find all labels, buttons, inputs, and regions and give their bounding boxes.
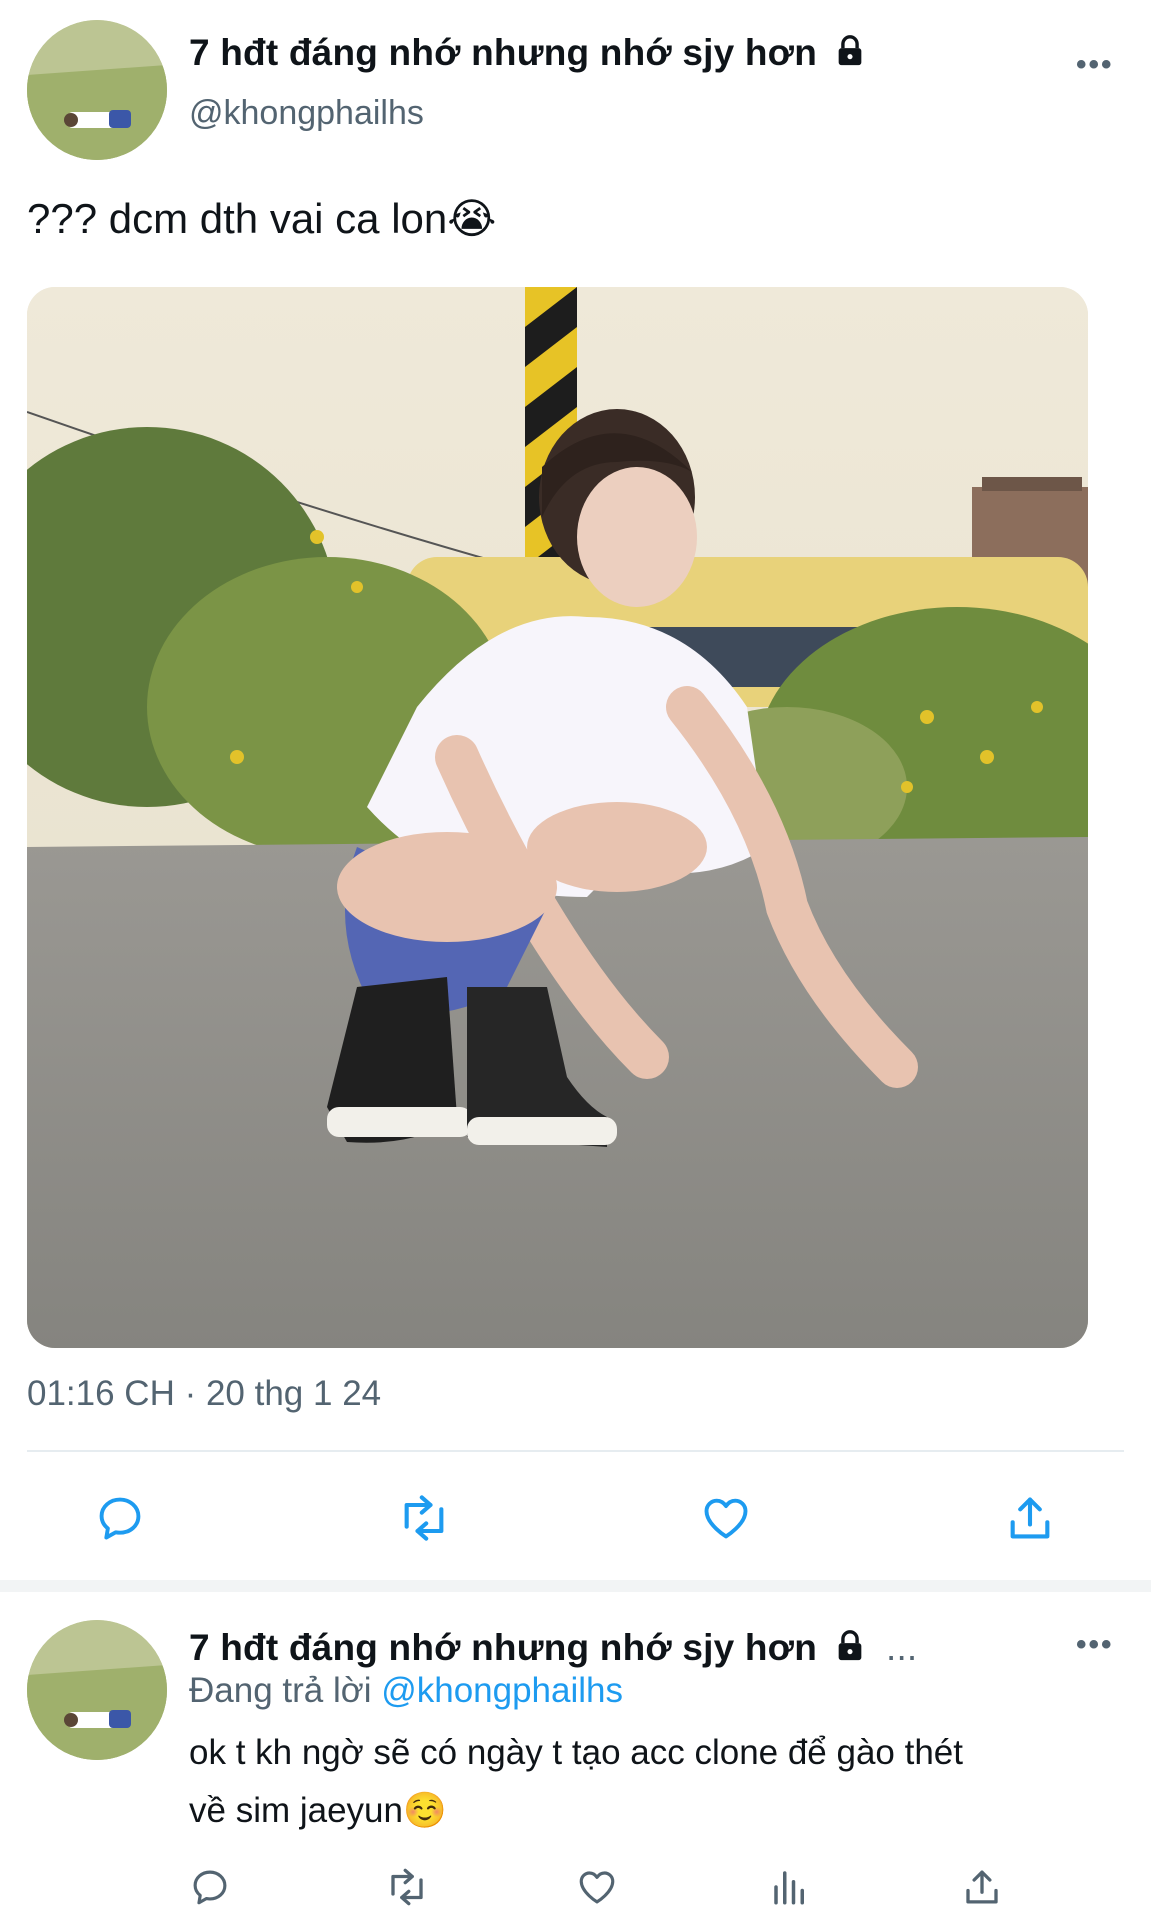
- photo-illustration: [27, 287, 1088, 1348]
- like-button[interactable]: [686, 1486, 766, 1550]
- reply-text: ok t kh ngờ sẽ có ngày t tạo acc clone đ…: [189, 1724, 963, 1840]
- lock-icon: [833, 1629, 867, 1672]
- divider: [27, 1450, 1124, 1452]
- replying-to-prefix: Đang trả lời: [189, 1671, 372, 1710]
- replying-to-handle-link[interactable]: @khongphailhs: [381, 1671, 623, 1710]
- section-divider: [0, 1580, 1151, 1592]
- retweet-icon: [404, 1495, 444, 1541]
- replying-to-line: Đang trả lời @khongphailhs: [189, 1671, 623, 1711]
- name-overflow-ellipsis: ...: [885, 1627, 918, 1668]
- reply-reply-button[interactable]: [180, 1866, 240, 1920]
- lock-icon: [833, 34, 867, 77]
- reply-retweet-button[interactable]: [377, 1866, 437, 1920]
- retweet-icon: [391, 1868, 423, 1906]
- display-name-text: 7 hđt đáng nhớ nhưng nhớ sjy hơn: [189, 32, 817, 73]
- heart-icon: [579, 1871, 615, 1904]
- user-handle[interactable]: @khongphailhs: [189, 94, 424, 133]
- tweet-text: ??? dcm dth vai ca lon😭: [27, 195, 497, 242]
- reply-display-name[interactable]: 7 hđt đáng nhớ nhưng nhớ sjy hơn ...: [189, 1627, 917, 1672]
- reply-avatar[interactable]: [27, 1620, 167, 1760]
- retweet-button[interactable]: [384, 1486, 464, 1550]
- share-button[interactable]: [990, 1486, 1070, 1550]
- reply-share-button[interactable]: [952, 1866, 1012, 1920]
- reply-button[interactable]: [80, 1486, 160, 1550]
- reply-icon: [99, 1497, 141, 1540]
- share-icon: [1010, 1497, 1050, 1539]
- heart-icon: [704, 1498, 748, 1539]
- share-icon: [966, 1870, 998, 1904]
- reply-text-line-2: về sim jaeyun☺️: [189, 1791, 447, 1830]
- avatar[interactable]: [27, 20, 167, 160]
- reply-like-button[interactable]: [567, 1866, 627, 1920]
- more-options-icon[interactable]: •••: [1076, 48, 1114, 82]
- views-icon: [774, 1871, 804, 1905]
- reply-display-name-text: 7 hđt đáng nhớ nhưng nhớ sjy hơn: [189, 1627, 817, 1668]
- reply-text-line-1: ok t kh ngờ sẽ có ngày t tạo acc clone đ…: [189, 1733, 963, 1772]
- reply-icon: [193, 1870, 227, 1905]
- tweet-timestamp[interactable]: 01:16 CH · 20 thg 1 24: [27, 1374, 381, 1414]
- reply-more-options-icon[interactable]: •••: [1076, 1628, 1114, 1662]
- reply-views-button[interactable]: [760, 1866, 820, 1920]
- tweet-photo[interactable]: [27, 287, 1088, 1348]
- display-name[interactable]: 7 hđt đáng nhớ nhưng nhớ sjy hơn: [189, 32, 867, 77]
